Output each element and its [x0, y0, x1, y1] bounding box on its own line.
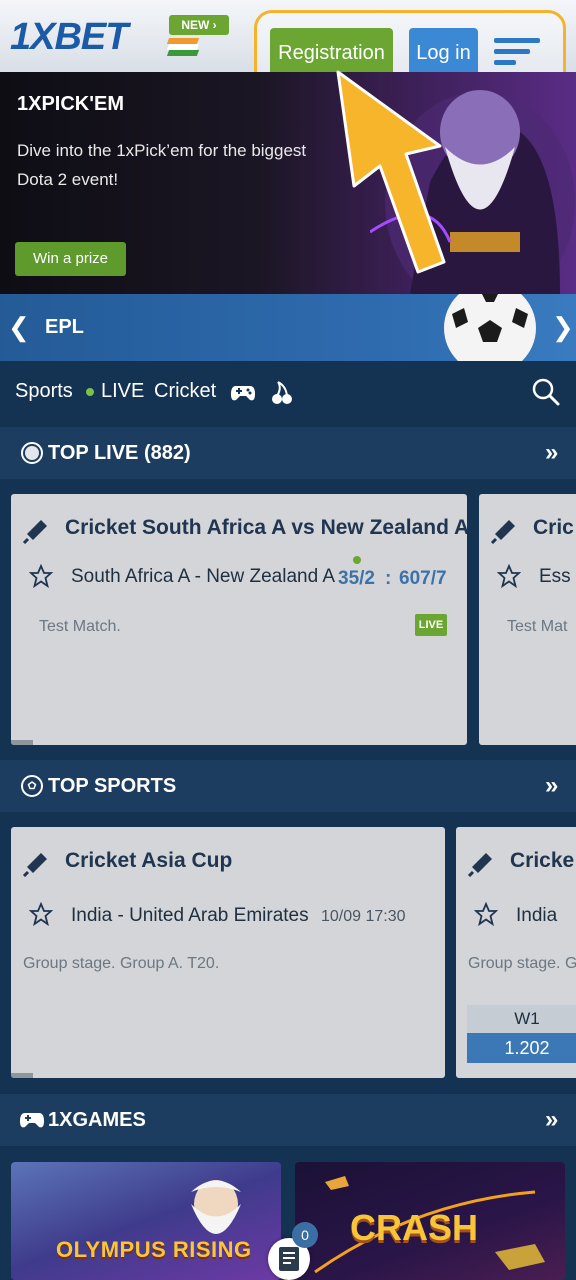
event-teams: Ess — [539, 566, 571, 587]
games-header[interactable]: 1XGAMES » — [0, 1094, 576, 1146]
promo-banner[interactable]: 1XPICK'EM Dive into the 1xPick’em for th… — [0, 72, 576, 294]
gamepad-icon[interactable] — [231, 382, 255, 404]
india-flag-icon — [166, 38, 200, 56]
double-chevron-right-icon[interactable]: » — [545, 439, 558, 467]
chevron-right-icon[interactable]: ❯ — [552, 312, 574, 343]
game-title-crash: CRASH — [350, 1207, 479, 1248]
nav-sports[interactable]: Sports — [15, 380, 73, 403]
odds-header: W1 — [467, 1005, 576, 1033]
menu-icon[interactable] — [494, 38, 542, 68]
score-separator: : — [385, 568, 392, 589]
game-title-olympus: OLYMPUS RISING — [56, 1237, 252, 1262]
cricket-bat-icon — [468, 853, 492, 877]
game-tile-crash[interactable]: CRASH — [295, 1162, 565, 1280]
cherries-icon[interactable] — [270, 380, 294, 406]
soccer-ball-icon — [21, 775, 43, 797]
live-tv-icon[interactable]: LIVE — [415, 614, 447, 636]
star-icon[interactable] — [29, 902, 53, 926]
brand-logo[interactable]: 1XBET — [10, 16, 128, 59]
nav-live[interactable]: LIVE — [101, 380, 144, 403]
event-meta: Test Match. — [39, 618, 121, 635]
top-live-header[interactable]: TOP LIVE (882) » — [0, 427, 576, 479]
event-meta: Test Mat — [507, 618, 568, 635]
betslip-count-badge: 0 — [292, 1222, 318, 1248]
top-live-title: TOP LIVE (882) — [48, 442, 191, 464]
card-scroll-indicator — [11, 740, 33, 745]
cricket-bat-icon — [491, 520, 515, 544]
pointer-arrow-icon — [336, 70, 446, 274]
carousel-label[interactable]: EPL — [45, 316, 84, 339]
serving-dot-icon — [353, 556, 361, 564]
chevron-left-icon[interactable]: ❮ — [8, 312, 30, 343]
card-scroll-indicator — [11, 1073, 33, 1078]
cricket-bat-icon — [23, 520, 47, 544]
sport-event-card[interactable]: Cricke India Group stage. G W1 1.202 — [456, 827, 576, 1078]
live-event-card[interactable]: Cricket South Africa A vs New Zealand A … — [11, 494, 467, 745]
top-sports-title: TOP SPORTS — [48, 775, 177, 797]
sports-nav: Sports LIVE Cricket — [0, 361, 576, 427]
odds-button[interactable]: 1.202 — [467, 1033, 576, 1063]
event-title: Cricket Asia Cup — [65, 849, 233, 872]
gamepad-icon — [20, 1113, 44, 1128]
promo-text: Dive into the 1xPick’em for the biggest … — [17, 141, 307, 189]
event-title: Cric — [533, 516, 574, 539]
score-home: 35/2 — [338, 568, 375, 589]
double-chevron-right-icon[interactable]: » — [545, 772, 558, 800]
win-prize-button[interactable]: Win a prize — [15, 242, 126, 276]
live-circle-icon — [21, 442, 43, 464]
league-carousel: ❮ EPL ❯ — [0, 294, 576, 361]
event-teams: South Africa A - New Zealand A — [71, 566, 336, 587]
sport-event-card[interactable]: Cricket Asia Cup India - United Arab Emi… — [11, 827, 445, 1078]
new-badge[interactable]: NEW › — [169, 15, 229, 35]
live-dot-icon — [86, 388, 94, 396]
search-icon[interactable] — [532, 378, 560, 406]
top-sports-header[interactable]: TOP SPORTS » — [0, 760, 576, 812]
cricket-bat-icon — [23, 853, 47, 877]
soccer-ball-icon — [444, 294, 536, 361]
zeus-illustration — [191, 1180, 241, 1234]
double-chevron-right-icon[interactable]: » — [545, 1106, 558, 1134]
event-meta: Group stage. Group A. T20. — [23, 955, 220, 972]
nav-cricket[interactable]: Cricket — [154, 380, 216, 403]
game-tile-olympus[interactable]: OLYMPUS RISING — [11, 1162, 281, 1280]
event-title: Cricket South Africa A vs New Zealand A — [65, 516, 467, 539]
score-away: 607/7 — [399, 568, 447, 589]
live-event-card[interactable]: Cric Ess Test Mat — [479, 494, 576, 745]
event-teams: India — [516, 905, 558, 926]
star-icon[interactable] — [29, 564, 53, 588]
top-header: 1XBET NEW › Registration Log in — [0, 0, 576, 96]
betslip-icon — [279, 1247, 299, 1271]
star-icon[interactable] — [474, 902, 498, 926]
event-teams: India - United Arab Emirates — [71, 905, 309, 926]
games-title: 1XGAMES — [48, 1109, 146, 1131]
star-icon[interactable] — [497, 564, 521, 588]
event-title: Cricke — [510, 849, 575, 872]
event-meta: Group stage. G — [468, 955, 576, 972]
event-date: 10/09 17:30 — [321, 908, 406, 925]
promo-title: 1XPICK'EM — [17, 93, 125, 115]
